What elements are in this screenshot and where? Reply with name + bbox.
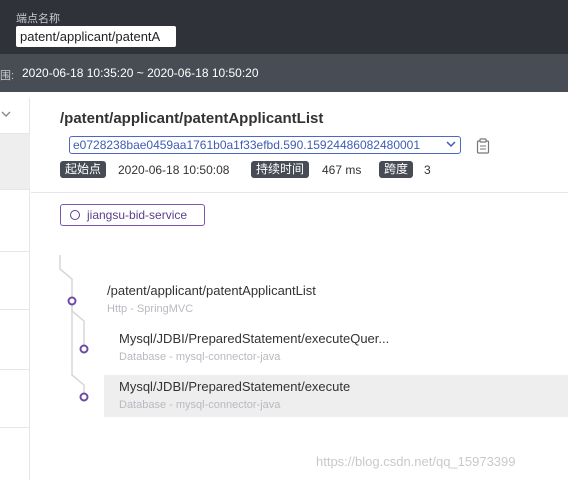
start-time-value: 2020-06-18 10:50:08	[118, 163, 230, 177]
span-title[interactable]: /patent/applicant/patentApplicantList	[107, 283, 316, 298]
span-node-dot	[67, 296, 77, 306]
span-tree-lines	[59, 255, 89, 402]
trace-id-select[interactable]: e0728238bae0459aa1761b0a1f33efbd.590.159…	[69, 136, 461, 154]
endpoint-input[interactable]: patent/applicant/patentA	[16, 26, 176, 47]
watermark-text: https://blog.csdn.net/qq_15973399	[316, 454, 516, 469]
trace-list-item-selected[interactable]	[0, 134, 30, 190]
endpoint-label: 端点名称	[16, 13, 60, 25]
span-subtitle: Database - mysql-connector-java	[119, 399, 281, 411]
trace-title: /patent/applicant/patentApplicantList	[60, 110, 324, 127]
chevron-down-icon	[1, 111, 11, 117]
divider	[31, 192, 568, 193]
chevron-down-icon	[446, 141, 456, 148]
time-range-value[interactable]: 2020-06-18 10:35:20 ~ 2020-06-18 10:50:2…	[22, 66, 259, 80]
time-bar: 围: 2020-06-18 10:35:20 ~ 2020-06-18 10:5…	[0, 54, 568, 92]
trace-list-sidebar	[0, 98, 30, 480]
span-title[interactable]: Mysql/JDBI/PreparedStatement/executeQuer…	[119, 331, 389, 346]
top-bar: 端点名称 patent/applicant/patentA	[0, 0, 568, 54]
span-node-dot	[79, 344, 89, 354]
trace-list-item[interactable]	[0, 252, 30, 310]
circle-icon	[70, 210, 80, 220]
span-count-value: 3	[424, 163, 431, 177]
duration-tag: 持续时间	[251, 161, 310, 178]
start-time-tag: 起始点	[60, 161, 107, 178]
trace-list-item[interactable]	[0, 310, 30, 370]
trace-list-item[interactable]	[0, 370, 30, 428]
copy-icon[interactable]	[476, 138, 490, 154]
sidebar-collapse[interactable]	[0, 98, 30, 134]
duration-value: 467 ms	[322, 163, 362, 177]
trace-list-item[interactable]	[0, 190, 30, 252]
time-range-label: 围:	[0, 70, 15, 82]
span-subtitle: Database - mysql-connector-java	[119, 351, 281, 363]
service-tag[interactable]: jiangsu-bid-service	[60, 204, 205, 226]
span-subtitle: Http - SpringMVC	[107, 303, 194, 315]
service-name: jiangsu-bid-service	[87, 208, 188, 222]
trace-id-value: e0728238bae0459aa1761b0a1f33efbd.590.159…	[73, 138, 421, 152]
span-title[interactable]: Mysql/JDBI/PreparedStatement/execute	[119, 379, 350, 394]
span-count-tag: 跨度	[379, 161, 414, 178]
span-node-dot	[79, 392, 89, 402]
